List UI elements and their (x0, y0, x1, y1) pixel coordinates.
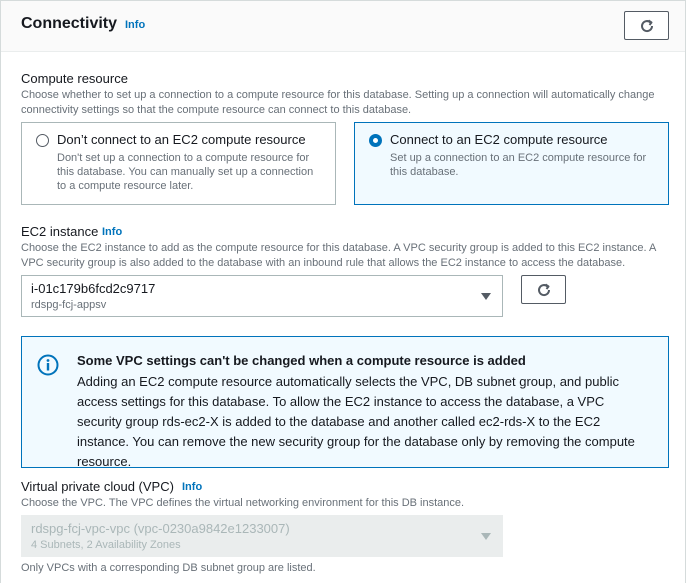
tile-dont-connect-description: Don't set up a connection to a compute r… (57, 152, 314, 192)
vpc-label: Virtual private cloud (VPC) (21, 479, 174, 494)
tile-dont-connect[interactable]: Don’t connect to an EC2 compute resource… (21, 122, 336, 205)
ec2-instance-select[interactable]: i-01c179b6fcd2c9717 rdspg-fcj-appsv (21, 275, 503, 317)
refresh-button[interactable] (624, 11, 669, 40)
vpc-selected-sub: 4 Subnets, 2 Availability Zones (31, 539, 181, 551)
ec2-instance-id: i-01c179b6fcd2c9717 (31, 281, 156, 296)
info-circle-icon (37, 354, 59, 376)
compute-resource-description: Choose whether to set up a connection to… (21, 89, 655, 116)
caret-down-icon (481, 293, 491, 300)
refresh-icon (537, 283, 550, 296)
ec2-instance-label: EC2 instance (21, 224, 99, 239)
ec2-instance-description: Choose the EC2 instance to add as the co… (21, 242, 656, 269)
refresh-icon (640, 19, 653, 32)
connectivity-panel: Connectivity Info Compute resource Choos… (0, 0, 686, 583)
ec2-instance-name: rdspg-fcj-appsv (31, 299, 107, 311)
alert-title: Some VPC settings can't be changed when … (77, 353, 526, 368)
tile-connect-ec2-title: Connect to an EC2 compute resource (390, 132, 608, 147)
panel-header: Connectivity Info (1, 1, 685, 52)
vpc-footer-note: Only VPCs with a corresponding DB subnet… (21, 562, 316, 574)
vpc-description: Choose the VPC. The VPC defines the virt… (21, 497, 465, 509)
caret-down-icon (481, 533, 491, 540)
vpc-selected-value: rdspg-fcj-vpc-vpc (vpc-0230a9842e1233007… (31, 521, 290, 536)
ec2-refresh-button[interactable] (521, 275, 566, 304)
vpc-select[interactable]: rdspg-fcj-vpc-vpc (vpc-0230a9842e1233007… (21, 515, 503, 557)
radio-connect-ec2[interactable] (369, 134, 382, 147)
section-title: Connectivity (21, 15, 118, 32)
tile-connect-ec2[interactable]: Connect to an EC2 compute resource Set u… (354, 122, 669, 205)
vpc-info-link[interactable]: Info (182, 481, 202, 493)
alert-body: Adding an EC2 compute resource automatic… (77, 374, 635, 469)
ec2-info-link[interactable]: Info (102, 226, 122, 238)
radio-dont-connect[interactable] (36, 134, 49, 147)
compute-resource-label: Compute resource (21, 71, 128, 86)
section-info-link[interactable]: Info (125, 19, 145, 31)
tile-connect-ec2-description: Set up a connection to an EC2 compute re… (390, 152, 647, 178)
tile-dont-connect-title: Don’t connect to an EC2 compute resource (57, 132, 306, 147)
vpc-info-alert: Some VPC settings can't be changed when … (21, 336, 669, 469)
